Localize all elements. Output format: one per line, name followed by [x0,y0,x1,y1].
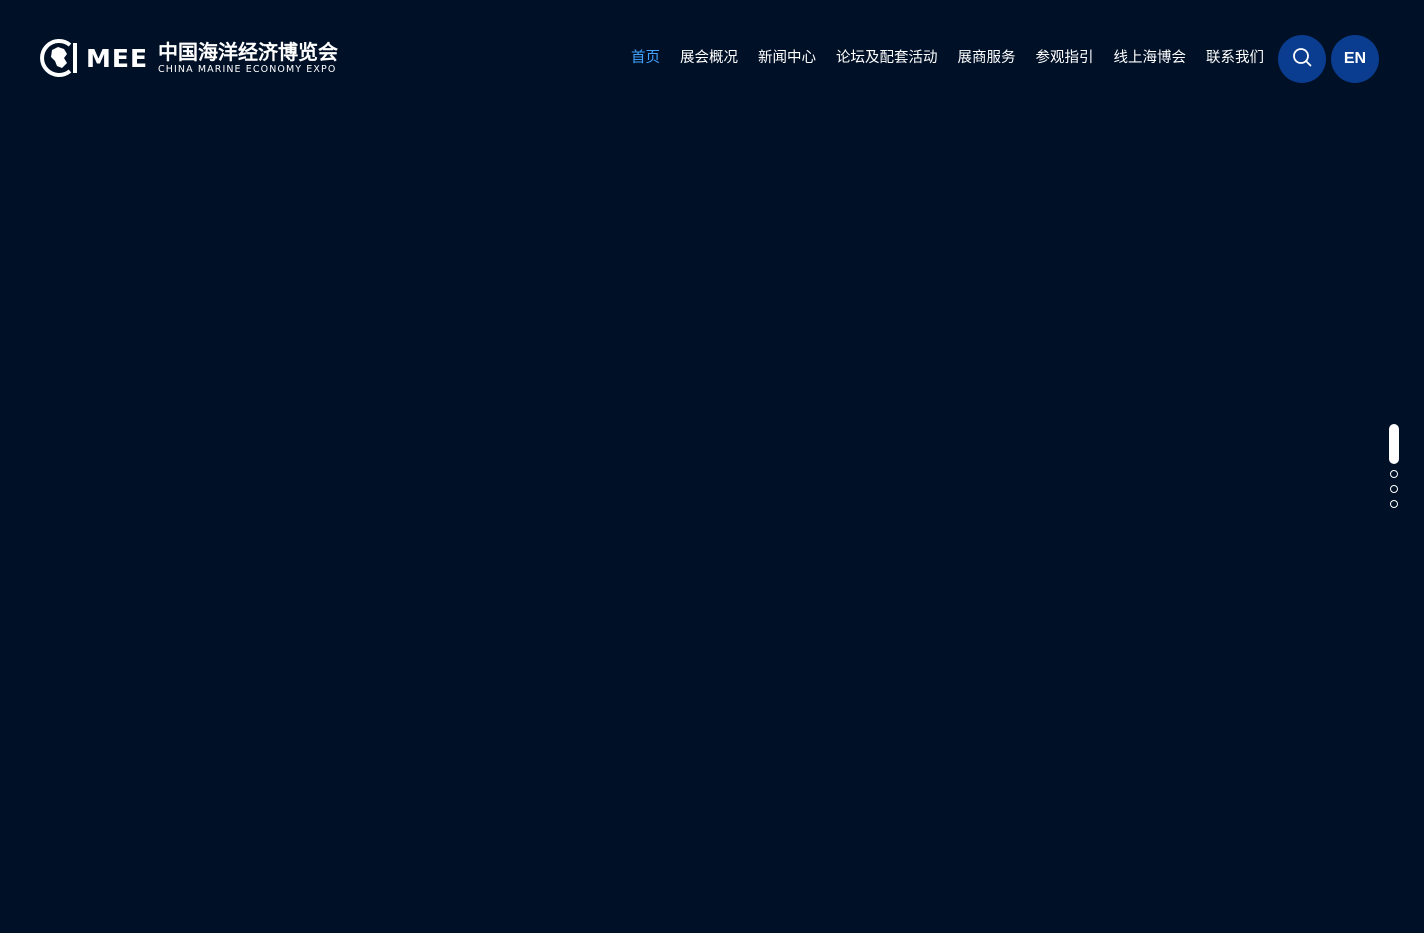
nav-item-visitor-guide[interactable]: 参观指引 [1036,46,1094,70]
logo-text: 中国海洋经济博览会 CHINA MARINE ECONOMY EXPO [158,41,338,76]
nav-item-overview[interactable]: 展会概况 [680,46,738,70]
nav-item-news[interactable]: 新闻中心 [758,46,816,70]
page: MEE 中国海洋经济博览会 CHINA MARINE ECONOMY EXPO … [0,0,1424,933]
pagination-dot-2[interactable] [1390,470,1398,478]
site-logo[interactable]: MEE 中国海洋经济博览会 CHINA MARINE ECONOMY EXPO [40,36,338,80]
nav-item-home[interactable]: 首页 [631,46,660,70]
search-icon [1292,47,1312,71]
nav-item-exhibitor-services[interactable]: 展商服务 [958,46,1016,70]
slide-pagination [1388,424,1400,508]
logo-title-en: CHINA MARINE ECONOMY EXPO [158,63,337,75]
nav-item-online-expo[interactable]: 线上海博会 [1114,46,1187,70]
pagination-dot-1-active[interactable] [1389,424,1399,464]
logo-title-cn: 中国海洋经济博览会 [158,39,339,64]
language-switch-button[interactable]: EN [1331,35,1379,83]
nav-item-contact[interactable]: 联系我们 [1206,46,1264,70]
main-nav: 首页 展会概况 新闻中心 论坛及配套活动 展商服务 参观指引 线上海博会 联系我… [611,46,1264,70]
logo-globe-icon [40,37,78,79]
logo-abbreviation: MEE [86,43,149,73]
nav-item-forums[interactable]: 论坛及配套活动 [836,46,938,70]
pagination-dot-4[interactable] [1390,500,1398,508]
site-header: MEE 中国海洋经济博览会 CHINA MARINE ECONOMY EXPO … [0,0,1424,116]
pagination-dot-3[interactable] [1390,485,1398,493]
search-button[interactable] [1278,35,1326,83]
